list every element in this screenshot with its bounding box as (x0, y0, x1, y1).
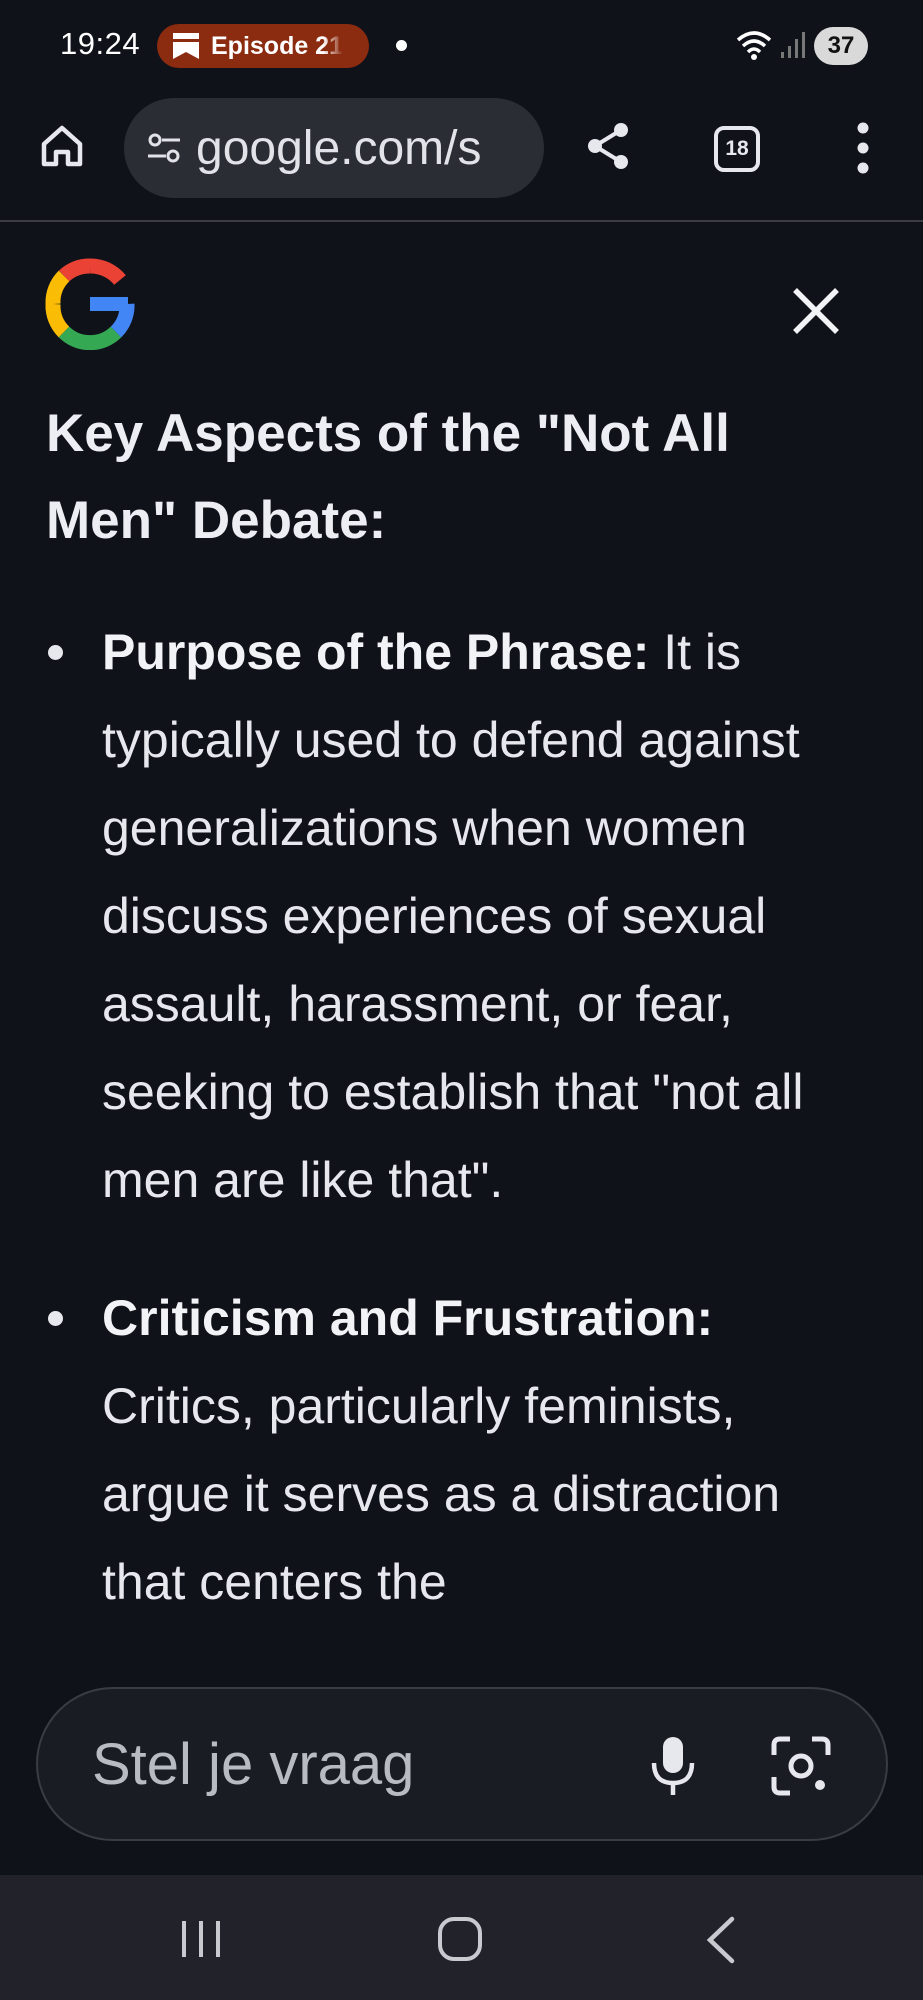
episode-icon (173, 33, 199, 59)
episode-label: Episode 21 (211, 31, 343, 60)
close-icon[interactable] (790, 285, 842, 337)
episode-notification-pill[interactable]: Episode 21 (157, 24, 369, 68)
ai-answer-content: Key Aspects of the "Not All Men" Debate:… (0, 390, 923, 1652)
system-nav-bar (0, 1875, 923, 2000)
bullet-title: Criticism and Frustration: (102, 1290, 714, 1346)
home-icon[interactable] (36, 120, 88, 172)
bullet-title: Purpose of the Phrase: (102, 624, 664, 680)
recents-icon[interactable] (178, 1917, 224, 1961)
mic-icon[interactable] (638, 1731, 708, 1801)
list-item: Criticism and Frustration: Critics, part… (0, 1274, 923, 1626)
bullet-list: Purpose of the Phrase: It is typically u… (0, 608, 923, 1652)
bullet-dot (48, 645, 63, 660)
ask-bar (36, 1687, 888, 1841)
bullet-text: It is typically used to defend against g… (102, 624, 804, 1208)
google-g-logo (45, 258, 135, 350)
wifi-icon (736, 31, 772, 60)
more-vert-icon[interactable] (843, 120, 883, 176)
bullet-text: Critics, particularly feminists, argue i… (102, 1378, 781, 1610)
tab-count: 18 (725, 137, 749, 160)
screen: 19:24 Episode 21 37 google.com/s 18 Key … (0, 0, 923, 2000)
battery-icon: 37 (814, 27, 868, 65)
lens-icon[interactable] (766, 1731, 836, 1801)
status-time: 19:24 (60, 26, 141, 61)
address-bar[interactable]: google.com/s (124, 98, 544, 198)
status-bar: 19:24 Episode 21 37 (0, 0, 923, 92)
bullet-dot (48, 1311, 63, 1326)
signal-icon (781, 32, 805, 58)
section-heading: Key Aspects of the "Not All Men" Debate: (46, 404, 730, 550)
browser-toolbar: google.com/s 18 (0, 92, 923, 222)
site-settings-icon[interactable] (144, 128, 184, 168)
list-item: Purpose of the Phrase: It is typically u… (0, 608, 923, 1224)
share-icon[interactable] (583, 120, 635, 172)
battery-level: 37 (827, 32, 855, 59)
home-nav-icon[interactable] (436, 1915, 484, 1963)
tabs-icon[interactable]: 18 (714, 126, 760, 172)
ask-input[interactable] (92, 1729, 612, 1799)
url-text: google.com/s (196, 121, 482, 175)
back-icon[interactable] (700, 1915, 740, 1965)
notification-dot (396, 40, 407, 51)
